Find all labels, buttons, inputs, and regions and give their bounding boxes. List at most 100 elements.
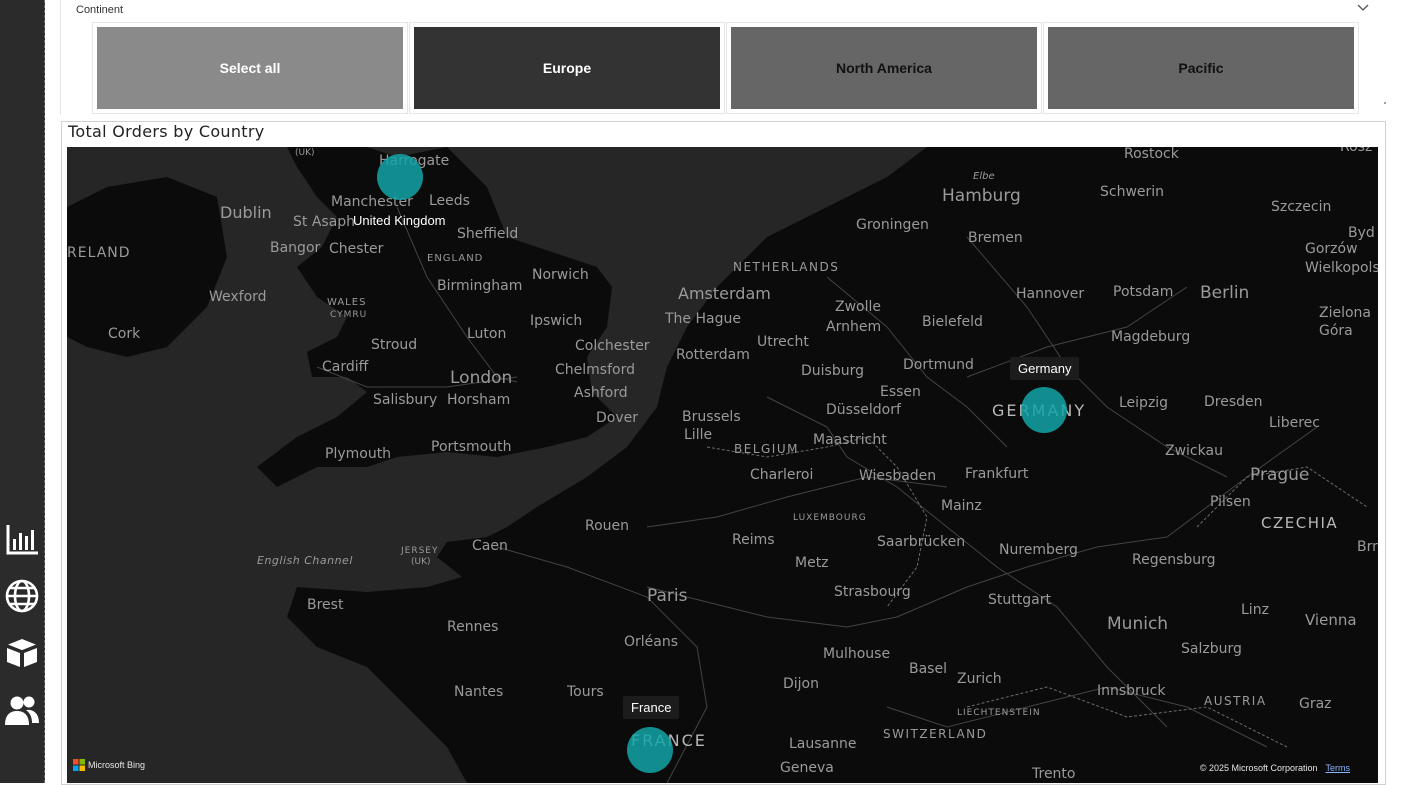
place-label: Bangor <box>270 240 321 256</box>
place-label: Sheffield <box>457 226 519 242</box>
slicer-tile-north-america[interactable]: North America <box>731 27 1037 109</box>
place-label: Caen <box>472 538 508 554</box>
place-label: Stroud <box>371 337 418 353</box>
bubble-united-kingdom[interactable] <box>377 154 423 200</box>
place-label: Wiesbaden <box>859 468 937 484</box>
place-label: Zwolle <box>835 299 881 315</box>
place-label: JERSEY <box>401 546 439 556</box>
place-label: Innsbruck <box>1097 683 1166 699</box>
place-label: Saarbrücken <box>877 534 966 550</box>
place-label: Hannover <box>1016 286 1085 302</box>
tile-europe: Europe <box>409 22 725 114</box>
bubble-label-france: France <box>623 696 680 719</box>
place-label: Nuremberg <box>999 542 1078 558</box>
place-label: Mainz <box>941 498 982 514</box>
place-label: Pilsen <box>1210 494 1251 510</box>
place-label: Strasbourg <box>834 584 911 600</box>
bar-chart-icon[interactable] <box>4 521 40 557</box>
place-label: Szczecin <box>1271 199 1332 215</box>
globe-icon[interactable] <box>4 578 40 614</box>
bubble-france[interactable] <box>627 727 673 773</box>
place-label: Graz <box>1299 696 1332 712</box>
place-label: Stuttgart <box>988 592 1051 608</box>
place-label: NETHERLANDS <box>733 260 840 274</box>
continent-slicer: Select all Europe North America Pacific <box>92 22 1359 114</box>
place-label: English Channel <box>257 554 353 567</box>
place-label: AUSTRIA <box>1204 694 1267 708</box>
place-label: Düsseldorf <box>826 402 901 418</box>
place-label: Liberec <box>1269 415 1320 431</box>
place-label: Zielona <box>1319 305 1372 321</box>
place-label: Horsham <box>447 392 511 408</box>
place-label: Chester <box>329 241 384 257</box>
map-basemap <box>67 147 1378 783</box>
slicer-tile-europe[interactable]: Europe <box>414 27 720 109</box>
place-label: Nantes <box>454 684 504 700</box>
place-label: Wexford <box>209 289 267 305</box>
place-label: Leeds <box>429 193 470 209</box>
place-label: Norwich <box>532 267 589 283</box>
place-label: Birmingham <box>437 278 523 294</box>
place-label: Rosz <box>1340 147 1373 155</box>
place-label: Metz <box>795 555 829 571</box>
place-label: Salisbury <box>373 392 438 408</box>
place-label: Maastricht <box>813 432 887 448</box>
place-label: Ipswich <box>530 313 583 329</box>
place-label: RELAND <box>67 245 131 261</box>
place-label: Magdeburg <box>1111 329 1191 345</box>
place-label: Bremen <box>968 230 1023 246</box>
place-label: Dresden <box>1204 394 1263 410</box>
place-label: Cardiff <box>322 359 369 375</box>
place-label: ENGLAND <box>427 253 484 264</box>
place-label: Hamburg <box>942 186 1021 206</box>
place-label: (UK) <box>295 148 315 158</box>
bubble-germany[interactable] <box>1021 387 1067 433</box>
place-label: Regensburg <box>1132 552 1216 568</box>
place-label: Byd <box>1348 225 1375 241</box>
nav-rail <box>0 0 45 783</box>
place-label: Brn <box>1357 539 1378 555</box>
place-label: Ashford <box>574 385 628 401</box>
place-label: Wielkopolski <box>1305 260 1378 276</box>
place-label: Prague <box>1250 465 1310 485</box>
place-label: CYMRU <box>330 310 368 320</box>
tile-pacific: Pacific <box>1043 22 1359 114</box>
chevron-down-icon[interactable] <box>1356 2 1370 14</box>
users-icon[interactable] <box>4 692 40 728</box>
slicer-title: Continent <box>76 4 124 16</box>
terms-link[interactable]: Terms <box>1326 763 1351 773</box>
place-label: LUXEMBOURG <box>793 513 867 523</box>
map-canvas[interactable]: Rostock Rosz Harrogate (UK) Dublin Manch… <box>67 147 1378 783</box>
place-label: Brussels <box>682 409 741 425</box>
place-label: Berlin <box>1200 283 1250 303</box>
place-label: Utrecht <box>757 334 809 350</box>
place-label: Tours <box>567 684 604 700</box>
slicer-tile-pacific[interactable]: Pacific <box>1048 27 1354 109</box>
place-label: Mulhouse <box>823 646 891 662</box>
place-label: Potsdam <box>1113 284 1174 300</box>
place-label: Rotterdam <box>676 347 750 363</box>
place-label: Frankfurt <box>965 466 1029 482</box>
place-label: Lille <box>684 427 713 443</box>
place-label: (UK) <box>411 557 431 567</box>
place-label: Colchester <box>575 338 650 354</box>
place-label: Gorzów <box>1305 241 1358 257</box>
place-label: Linz <box>1241 602 1269 618</box>
slicer-border <box>60 0 62 115</box>
place-label: Zurich <box>957 671 1002 687</box>
place-label: CZECHIA <box>1261 514 1339 532</box>
box-icon[interactable] <box>4 635 40 671</box>
place-label: BELGIUM <box>734 442 799 456</box>
place-label: Geneva <box>780 760 834 776</box>
place-label: Duisburg <box>801 363 864 379</box>
slicer-tile-select-all[interactable]: Select all <box>97 27 403 109</box>
copyright-text: © 2025 Microsoft Corporation <box>1199 763 1318 773</box>
place-label: Schwerin <box>1100 184 1165 200</box>
place-label: Brest <box>307 597 344 613</box>
place-label: Rouen <box>585 518 630 534</box>
place-label: Reims <box>732 532 775 548</box>
place-label: Amsterdam <box>678 284 771 303</box>
place-label: Bielefeld <box>922 314 983 330</box>
place-label: Rostock <box>1124 147 1179 162</box>
map-copyright: © 2025 Microsoft Corporation Terms <box>1200 763 1350 773</box>
